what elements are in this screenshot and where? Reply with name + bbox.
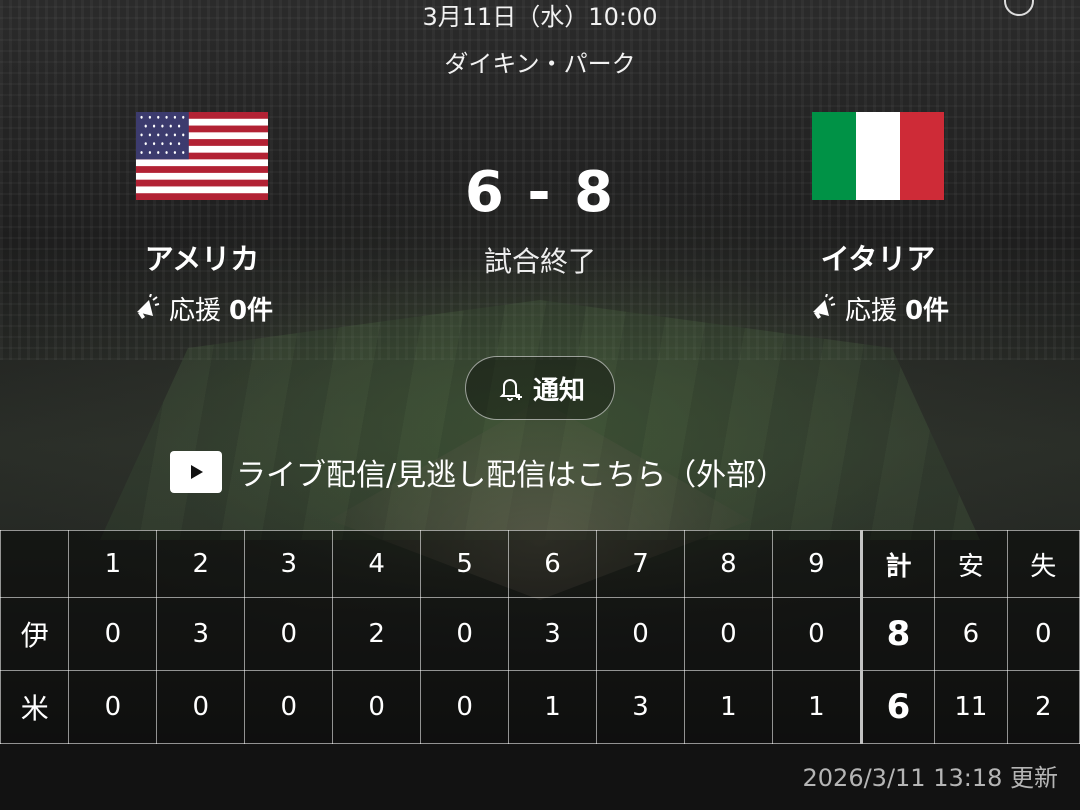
inning-runs: 1 (771, 670, 862, 744)
away-cheer-count: 0件 (904, 296, 950, 326)
inning-header: 6 (508, 530, 598, 598)
inning-runs: 1 (508, 670, 598, 744)
team-abbr: 伊 (0, 597, 70, 671)
hits-count: 11 (934, 670, 1008, 744)
inning-runs: 0 (244, 670, 334, 744)
footer-bar: 2026/3/11 13:18 更新 (0, 744, 1080, 810)
live-stream-label: ライブ配信/見逃し配信はこちら（外部） (236, 458, 787, 493)
total-runs: 8 (859, 597, 936, 671)
inning-runs: 3 (156, 597, 246, 671)
inning-runs: 1 (683, 670, 773, 744)
game-datetime: 3月11日（水）10:00 (422, 3, 658, 31)
bell-plus-icon (499, 379, 522, 401)
errors-count: 0 (1006, 597, 1080, 671)
home-cheer[interactable]: 応援 0件 (72, 290, 332, 327)
home-cheer-label: 応援 (168, 296, 221, 326)
errors-header: 失 (1006, 530, 1080, 598)
live-stream-link[interactable]: ライブ配信/見逃し配信はこちら（外部） (170, 450, 786, 494)
hits-header: 安 (934, 530, 1008, 598)
venue-name: ダイキン・パーク (444, 50, 636, 78)
home-cheer-count: 0件 (228, 296, 274, 326)
notify-label: 通知 (532, 375, 585, 406)
inning-header: 5 (420, 530, 510, 598)
corner-cell (0, 530, 70, 598)
inning-runs: 0 (332, 670, 422, 744)
errors-count: 2 (1006, 670, 1080, 744)
play-icon (170, 451, 222, 493)
inning-header: 4 (332, 530, 422, 598)
inning-runs: 0 (68, 670, 158, 744)
inning-runs: 0 (420, 670, 510, 744)
inning-runs: 0 (683, 597, 773, 671)
updated-timestamp: 2026/3/11 13:18 更新 (802, 764, 1058, 792)
inning-runs: 0 (596, 597, 685, 671)
final-score: 6 - 8 (464, 160, 616, 225)
away-cheer-label: 応援 (844, 296, 897, 326)
total-header: 計 (859, 530, 936, 598)
hits-count: 6 (934, 597, 1008, 671)
inning-header: 1 (68, 530, 158, 598)
inning-runs: 0 (68, 597, 158, 671)
inning-runs: 0 (420, 597, 510, 671)
scoreboard: 1 2 3 4 5 6 7 8 9 計 安 失 伊 0 3 0 2 0 3 0 … (0, 530, 1080, 744)
table-row: 伊 0 3 0 2 0 3 0 0 0 8 6 0 (0, 597, 1080, 671)
total-runs: 6 (859, 670, 936, 744)
megaphone-icon (812, 293, 836, 319)
inning-runs: 3 (508, 597, 598, 671)
inning-runs: 0 (156, 670, 246, 744)
inning-header: 8 (683, 530, 773, 598)
notify-button[interactable]: 通知 (465, 356, 615, 420)
team-abbr: 米 (0, 670, 70, 744)
inning-header: 3 (244, 530, 334, 598)
inning-runs: 3 (596, 670, 685, 744)
scoreboard-header-row: 1 2 3 4 5 6 7 8 9 計 安 失 (0, 530, 1080, 598)
inning-runs: 0 (771, 597, 862, 671)
megaphone-icon (136, 293, 160, 319)
inning-header: 7 (596, 530, 685, 598)
inning-header: 2 (156, 530, 246, 598)
game-status: 試合終了 (483, 245, 596, 278)
inning-runs: 0 (244, 597, 334, 671)
inning-header: 9 (771, 530, 862, 598)
away-cheer[interactable]: 応援 0件 (748, 290, 1008, 327)
inning-runs: 2 (332, 597, 422, 671)
table-row: 米 0 0 0 0 0 1 3 1 1 6 11 2 (0, 670, 1080, 744)
